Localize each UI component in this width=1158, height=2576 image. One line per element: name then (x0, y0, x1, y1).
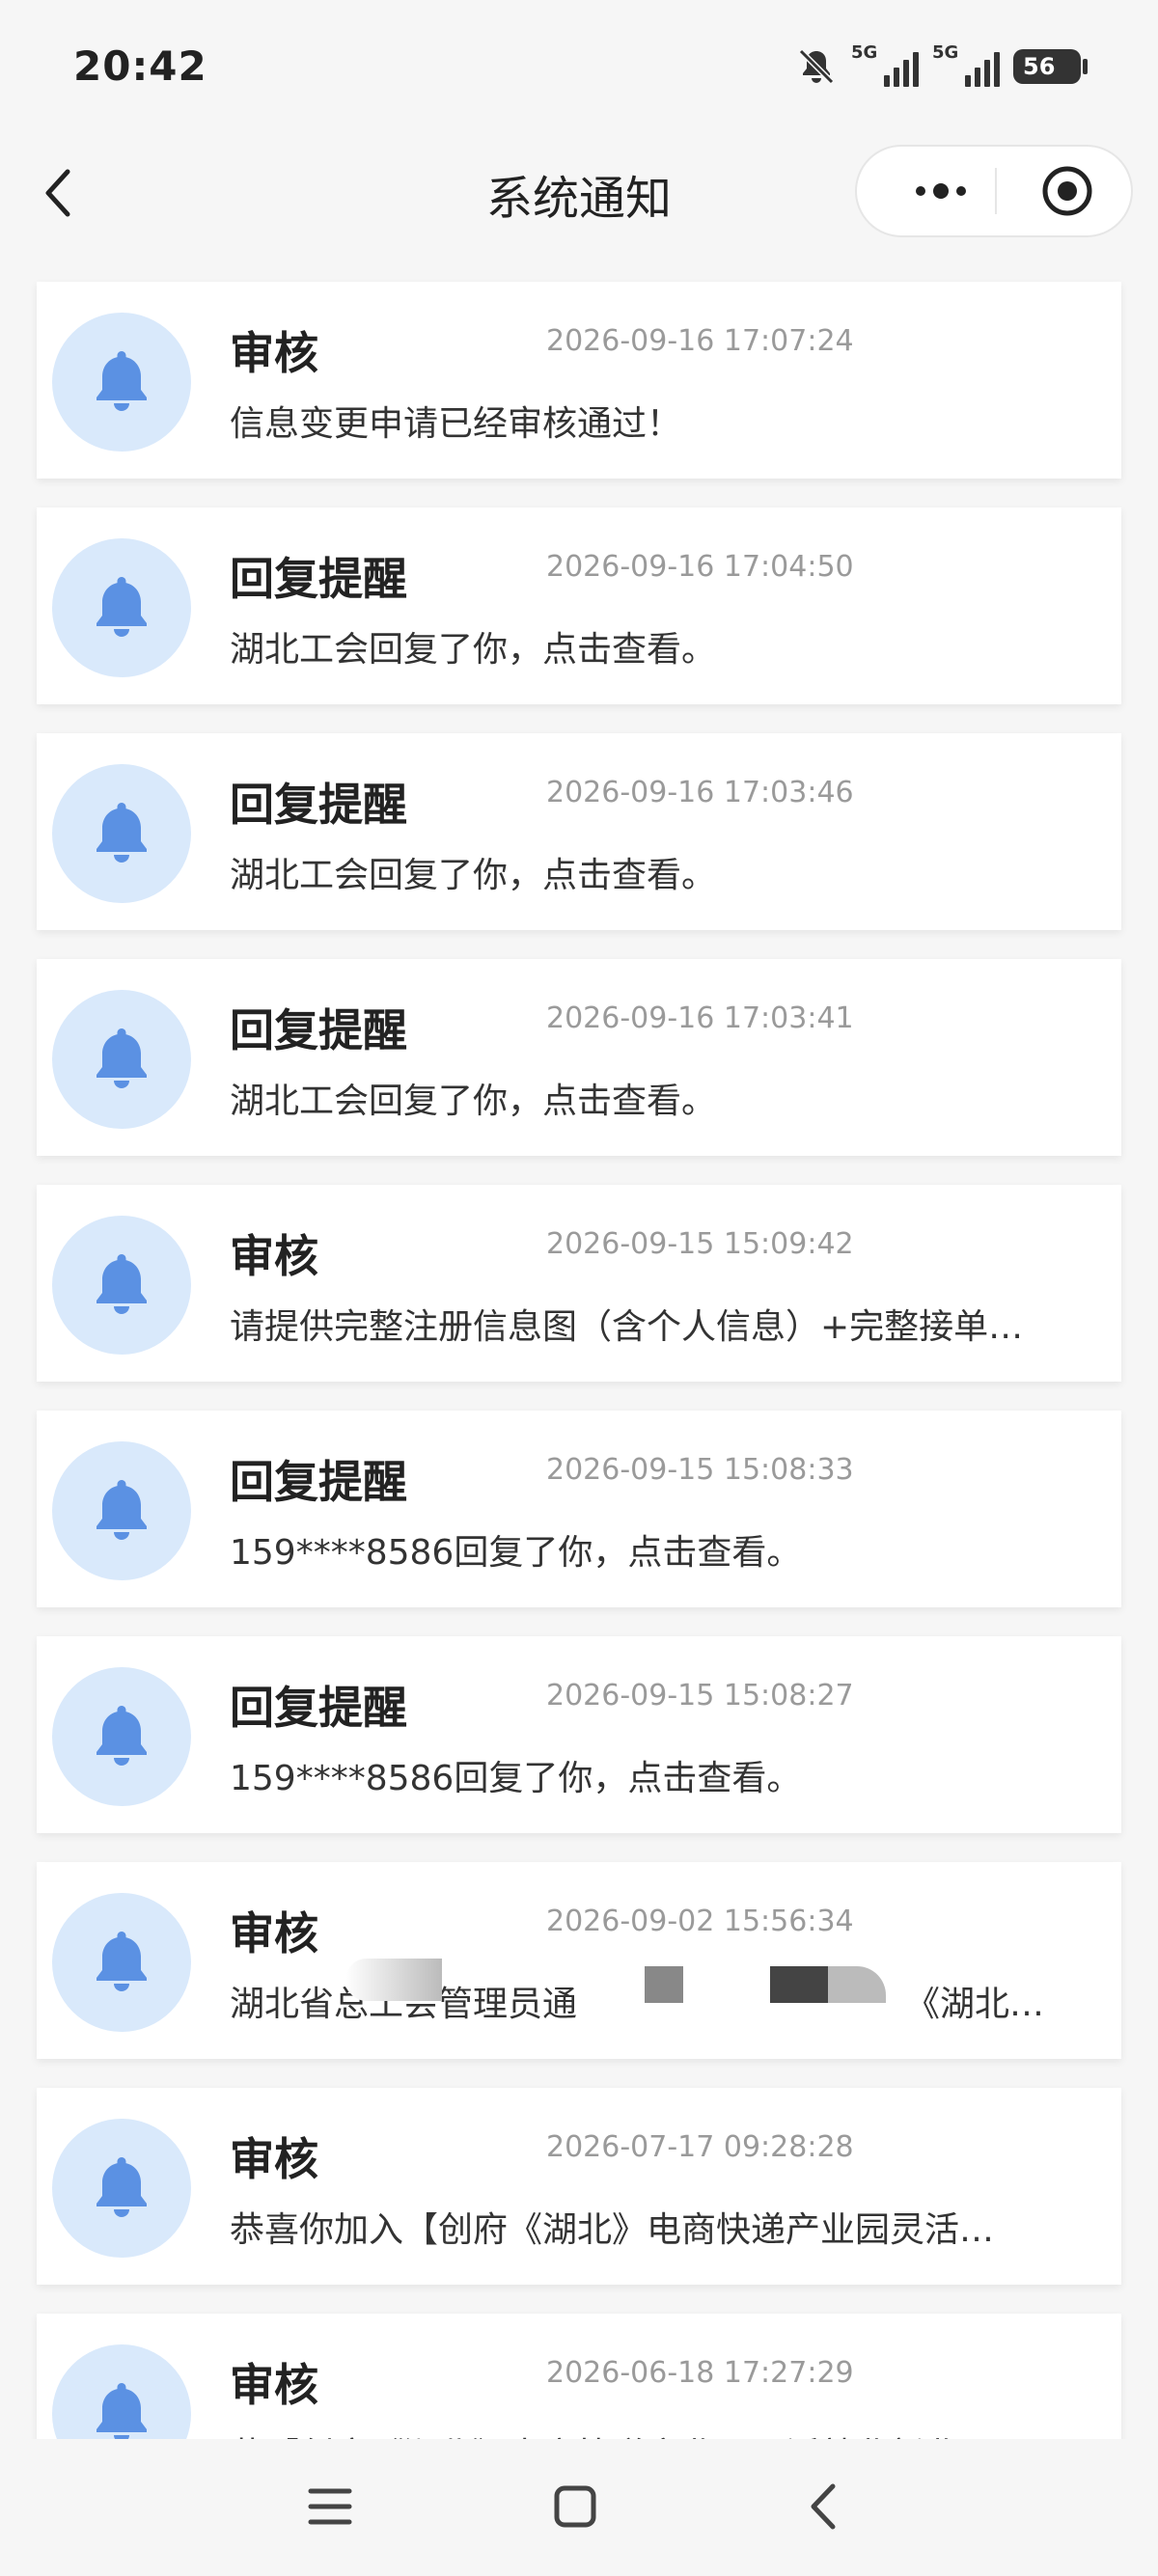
notification-body: 信息变更申请已经审核通过！ (230, 404, 682, 444)
notification-item[interactable]: 审核 2026-09-15 15:09:42 请提供完整注册信息图（含个人信息）+完… (37, 1185, 1121, 1382)
more-dots-icon (916, 186, 925, 196)
notification-item[interactable]: 回复提醒 2026-09-15 15:08:27 159****8586回复了你，点… (37, 1636, 1121, 1833)
notification-body-tail: 《湖北… (905, 1985, 1045, 2024)
redaction-block (345, 1959, 442, 2001)
notification-body: 湖北工会回复了你，点击查看。 (230, 1082, 717, 1121)
notification-avatar (52, 1441, 191, 1580)
notification-time: 2026-06-18 17:27:29 (546, 2356, 854, 2390)
system-back-button[interactable] (793, 2478, 851, 2535)
target-circle-icon (1042, 166, 1092, 216)
notification-avatar (52, 764, 191, 903)
notification-time: 2026-09-15 15:08:27 (546, 1679, 854, 1713)
notification-avatar (52, 1893, 191, 2032)
notification-body: 湖北工会回复了你，点击查看。 (230, 630, 717, 670)
notification-avatar (52, 538, 191, 677)
notification-time: 2026-09-15 15:08:33 (546, 1453, 854, 1487)
bell-icon (91, 1250, 152, 1320)
notification-time: 2026-07-17 09:28:28 (546, 2130, 854, 2164)
home-button[interactable] (546, 2478, 604, 2535)
bell-icon (91, 347, 152, 417)
notification-item[interactable]: 回复提醒 2026-09-16 17:04:50 湖北工会回复了你，点击查看。 (37, 507, 1121, 704)
bell-icon (91, 1476, 152, 1546)
notification-title: 回复提醒 (230, 779, 407, 831)
status-bar: 20:42 5G 5G 56 (0, 0, 1158, 135)
notification-title: 审核 (230, 2359, 318, 2411)
notification-time: 2026-09-16 17:03:46 (546, 776, 854, 809)
notification-time: 2026-09-16 17:07:24 (546, 324, 854, 358)
redaction-block (828, 1966, 886, 2003)
redaction-block (645, 1966, 683, 2003)
notification-body: 请提供完整注册信息图（含个人信息）+完整接单… (230, 1307, 1024, 1347)
bell-icon (91, 573, 152, 643)
home-square-icon (554, 2485, 596, 2528)
bell-icon (91, 1928, 152, 1997)
signal-icon-2: 5G (932, 42, 1000, 91)
mute-bell-icon (795, 45, 838, 88)
notification-body: 恭喜你加入【创府《湖北》电商快递产业园灵活… (230, 2210, 995, 2250)
notification-avatar (52, 990, 191, 1129)
system-nav-bar (0, 2439, 1158, 2576)
notification-item[interactable]: 审核 2026-09-16 17:07:24 信息变更申请已经审核通过！ (37, 282, 1121, 479)
signal-icon-1: 5G (851, 42, 919, 91)
notification-body: 湖北工会回复了你，点击查看。 (230, 856, 717, 895)
notification-time: 2026-09-16 17:03:41 (546, 1001, 854, 1035)
notification-item[interactable]: 审核 2026-09-02 15:56:34 湖北省总工会管理员通 《湖北… (37, 1862, 1121, 2059)
notification-time: 2026-09-16 17:04:50 (546, 550, 854, 584)
notification-title: 回复提醒 (230, 553, 407, 605)
bell-icon (91, 2153, 152, 2223)
more-button[interactable] (888, 147, 994, 235)
bell-icon (91, 1025, 152, 1094)
notification-title: 回复提醒 (230, 1456, 407, 1508)
notification-avatar (52, 2119, 191, 2258)
notification-avatar (52, 313, 191, 452)
notification-avatar (52, 1216, 191, 1355)
notification-item[interactable]: 回复提醒 2026-09-16 17:03:46 湖北工会回复了你，点击查看。 (37, 733, 1121, 930)
capsule-divider (995, 168, 997, 214)
menu-icon (308, 2488, 352, 2525)
close-button[interactable] (1040, 164, 1094, 218)
notification-item[interactable]: 回复提醒 2026-09-16 17:03:41 湖北工会回复了你，点击查看。 (37, 959, 1121, 1156)
notification-item[interactable]: 审核 2026-07-17 09:28:28 恭喜你加入【创府《湖北》电商快递产业园… (37, 2088, 1121, 2285)
notification-title: 审核 (230, 327, 318, 379)
notification-avatar (52, 1667, 191, 1806)
notification-title: 审核 (230, 1907, 318, 1959)
chevron-left-icon (811, 2483, 836, 2530)
notification-time: 2026-09-15 15:09:42 (546, 1227, 854, 1261)
notification-list: 审核 2026-09-16 17:07:24 信息变更申请已经审核通过！ 回复提醒 20… (37, 282, 1121, 2539)
notification-item[interactable]: 回复提醒 2026-09-15 15:08:33 159****8586回复了你，点… (37, 1411, 1121, 1607)
status-icons: 5G 5G 56 (795, 42, 1088, 91)
notification-body: 159****8586回复了你，点击查看。 (230, 1533, 802, 1573)
mini-program-capsule (855, 145, 1133, 237)
nav-bar: 系统通知 (0, 135, 1158, 251)
notification-title: 回复提醒 (230, 1682, 407, 1734)
notification-title: 回复提醒 (230, 1004, 407, 1056)
status-time: 20:42 (73, 42, 207, 90)
notification-body: 159****8586回复了你，点击查看。 (230, 1759, 802, 1798)
notification-title: 审核 (230, 2133, 318, 2185)
bell-icon (91, 799, 152, 868)
notification-title: 审核 (230, 1230, 318, 1282)
menu-button[interactable] (301, 2478, 359, 2535)
bell-icon (91, 1702, 152, 1771)
notification-time: 2026-09-02 15:56:34 (546, 1905, 854, 1938)
redaction-block (770, 1966, 828, 2003)
battery-icon: 56 (1013, 49, 1088, 84)
